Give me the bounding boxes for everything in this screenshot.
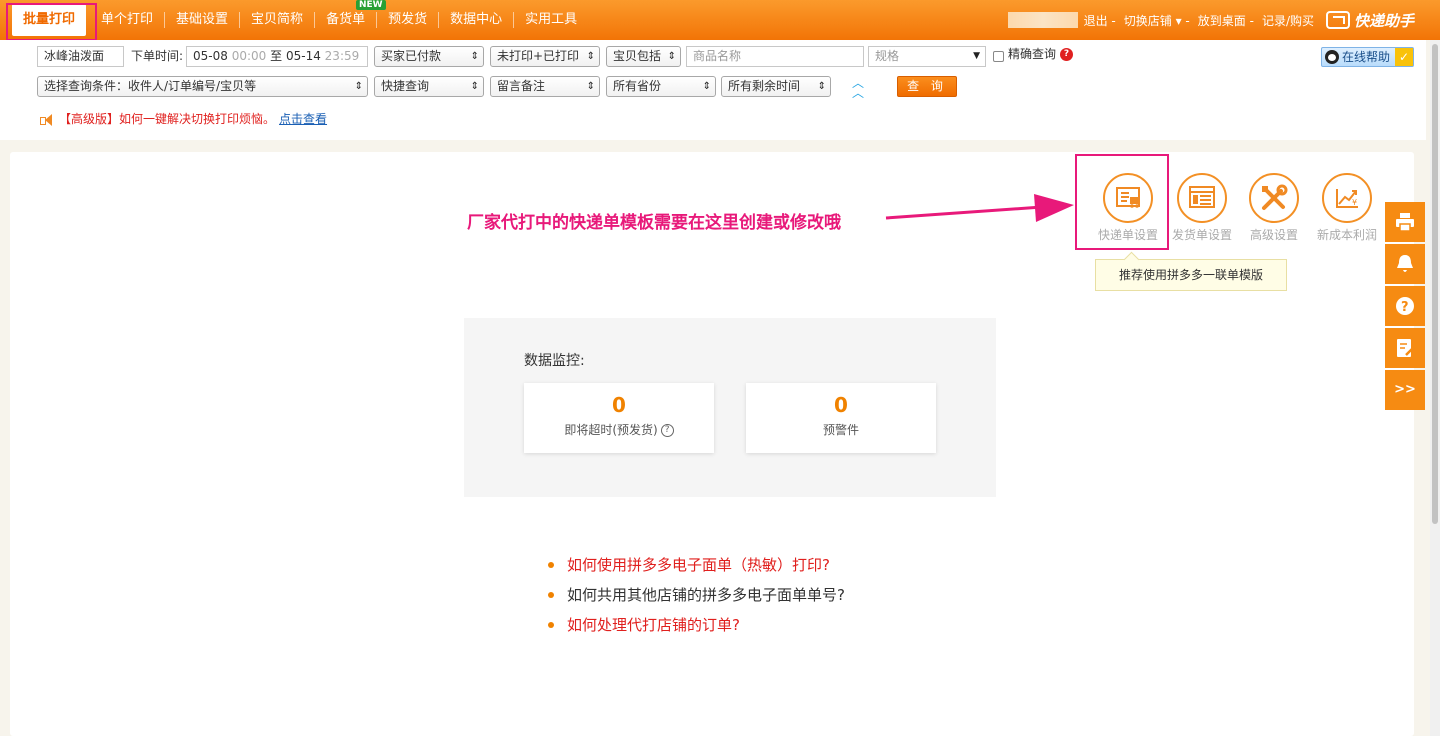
nav-item-abbreviation[interactable]: 宝贝简称	[240, 12, 316, 28]
nav-single-print[interactable]: 单个打印	[90, 12, 166, 28]
end-time: 23:59	[324, 49, 360, 63]
timeout-stat-card[interactable]: 0 即将超时(预发货)?	[524, 383, 714, 453]
desktop-shortcut-link[interactable]: 放到桌面 -	[1194, 12, 1258, 29]
online-help-label: 在线帮助	[1342, 50, 1391, 64]
province-select[interactable]: 所有省份	[606, 76, 716, 97]
brand-name: 快递助手	[1353, 11, 1414, 30]
collapse-icon[interactable]: ︿ ︿	[852, 77, 864, 99]
notification-float-button[interactable]	[1385, 244, 1425, 284]
delivery-note-icon	[1177, 173, 1227, 223]
data-monitor-panel: 数据监控: 0 即将超时(预发货)? 0 预警件	[464, 318, 996, 497]
query-button[interactable]: 查 询	[897, 76, 957, 97]
side-toolbar: ? >>	[1385, 202, 1425, 412]
delivery-note-settings[interactable]: 发货单设置	[1164, 173, 1240, 243]
highlight-frame-nav	[6, 3, 97, 41]
scroll-thumb[interactable]	[1432, 44, 1438, 524]
records-link[interactable]: 记录/购买	[1258, 12, 1318, 29]
stat-label: 预警件	[822, 423, 859, 437]
qq-icon	[1325, 50, 1339, 64]
quick-query-select[interactable]: 快捷查询	[374, 76, 484, 97]
speaker-icon	[40, 113, 58, 127]
nav-data-center[interactable]: 数据中心	[439, 12, 515, 28]
switch-shop-link[interactable]: 切换店铺 ▾ -	[1120, 12, 1194, 29]
nav-basic-settings[interactable]: 基础设置	[165, 12, 241, 28]
faq-link[interactable]: 如何使用拼多多电子面单（热敏）打印?	[548, 550, 845, 580]
blurred-username	[1007, 12, 1078, 28]
svg-text:¥: ¥	[1352, 198, 1357, 207]
nav-utilities[interactable]: 实用工具	[514, 12, 588, 28]
brand-icon	[1325, 11, 1350, 29]
tool-label: 新成本利润	[1316, 228, 1377, 242]
stat-value: 0	[612, 393, 626, 417]
item-contains-select[interactable]: 宝贝包括	[606, 46, 681, 67]
tool-label: 高级设置	[1249, 228, 1298, 242]
question-circle-icon: ?	[1396, 297, 1414, 315]
faq-link[interactable]: 如何共用其他店铺的拼多多电子面单单号?	[548, 580, 845, 610]
notice-text: 【高级版】如何一键解决切换打印烦恼。	[59, 112, 276, 126]
expand-float-button[interactable]: >>	[1385, 370, 1425, 410]
start-time: 00:00	[231, 49, 267, 63]
exact-query-checkbox[interactable]	[993, 51, 1004, 62]
scrollbar[interactable]	[1430, 40, 1440, 736]
highlight-frame-express	[1075, 154, 1169, 250]
end-date: 05-14	[285, 49, 321, 63]
new-badge: NEW	[356, 0, 386, 10]
range-to: 至	[270, 49, 283, 63]
tool-label: 发货单设置	[1171, 228, 1232, 242]
order-time-label: 下单时间:	[131, 49, 184, 63]
faq-link[interactable]: 如何处理代打店铺的订单?	[548, 610, 845, 640]
tools-icon	[1249, 173, 1299, 223]
query-condition-select[interactable]: 选择查询条件：收件人/订单编号/宝贝等	[37, 76, 368, 97]
edit-note-icon	[1397, 339, 1415, 357]
faq-list: 如何使用拼多多电子面单（热敏）打印? 如何共用其他店铺的拼多多电子面单单号? 如…	[548, 550, 845, 640]
exact-query-label: 精确查询	[1008, 47, 1057, 61]
top-nav-bar: 批量打印 单个打印 基础设置 宝贝简称 备货单 预发货 数据中心 实用工具 NE…	[0, 0, 1440, 40]
annotation-text: 厂家代打中的快递单模板需要在这里创建或修改哦	[467, 213, 841, 233]
monitor-title: 数据监控:	[524, 353, 585, 369]
upgrade-notice: 【高级版】如何一键解决切换打印烦恼。 点击查看	[40, 111, 327, 127]
nav-stock-list[interactable]: 备货单	[315, 12, 378, 28]
date-range-input[interactable]: 05-08 00:00 至 05-14 23:59	[186, 46, 368, 67]
bell-icon	[1397, 255, 1413, 272]
remark-select[interactable]: 留言备注	[490, 76, 600, 97]
annotation-arrow-icon	[885, 194, 1074, 222]
logout-link[interactable]: 退出 -	[1080, 12, 1120, 29]
online-help-button[interactable]: 在线帮助 ✓	[1321, 47, 1414, 67]
faq-float-button[interactable]: ?	[1385, 286, 1425, 326]
product-name-input[interactable]: 商品名称	[686, 46, 864, 67]
print-float-button[interactable]	[1385, 202, 1425, 242]
stat-label: 即将超时(预发货)?	[524, 421, 714, 438]
help-question-icon[interactable]: ?	[1060, 48, 1073, 61]
print-status-select[interactable]: 未打印+已打印	[490, 46, 600, 67]
template-tooltip: 推荐使用拼多多一联单模版	[1095, 259, 1287, 291]
start-date: 05-08	[193, 49, 228, 63]
warning-stat-card[interactable]: 0 预警件	[746, 383, 936, 453]
profit-chart-icon: ¥	[1322, 173, 1372, 223]
nav-pre-ship[interactable]: 预发货	[377, 12, 440, 28]
feedback-float-button[interactable]	[1385, 328, 1425, 368]
remaining-time-select[interactable]: 所有剩余时间	[721, 76, 831, 97]
printer-icon	[1396, 213, 1414, 232]
advanced-settings[interactable]: 高级设置	[1236, 173, 1312, 243]
pay-status-select[interactable]: 买家已付款	[374, 46, 484, 67]
svg-text:?: ?	[1401, 300, 1409, 315]
account-area: 退出 - 切换店铺 ▾ - 放到桌面 - 记录/购买 快递助手	[1007, 0, 1440, 40]
question-icon[interactable]: ?	[660, 424, 674, 437]
notice-link[interactable]: 点击查看	[279, 112, 327, 126]
brand-logo: 快递助手	[1325, 10, 1414, 31]
stat-value: 0	[834, 393, 848, 417]
checkmark-icon: ✓	[1395, 48, 1413, 66]
shop-input[interactable]: 冰峰油泼面	[37, 46, 124, 67]
spec-select[interactable]: 规格	[868, 46, 986, 67]
profit-settings[interactable]: ¥ 新成本利润	[1309, 173, 1385, 243]
